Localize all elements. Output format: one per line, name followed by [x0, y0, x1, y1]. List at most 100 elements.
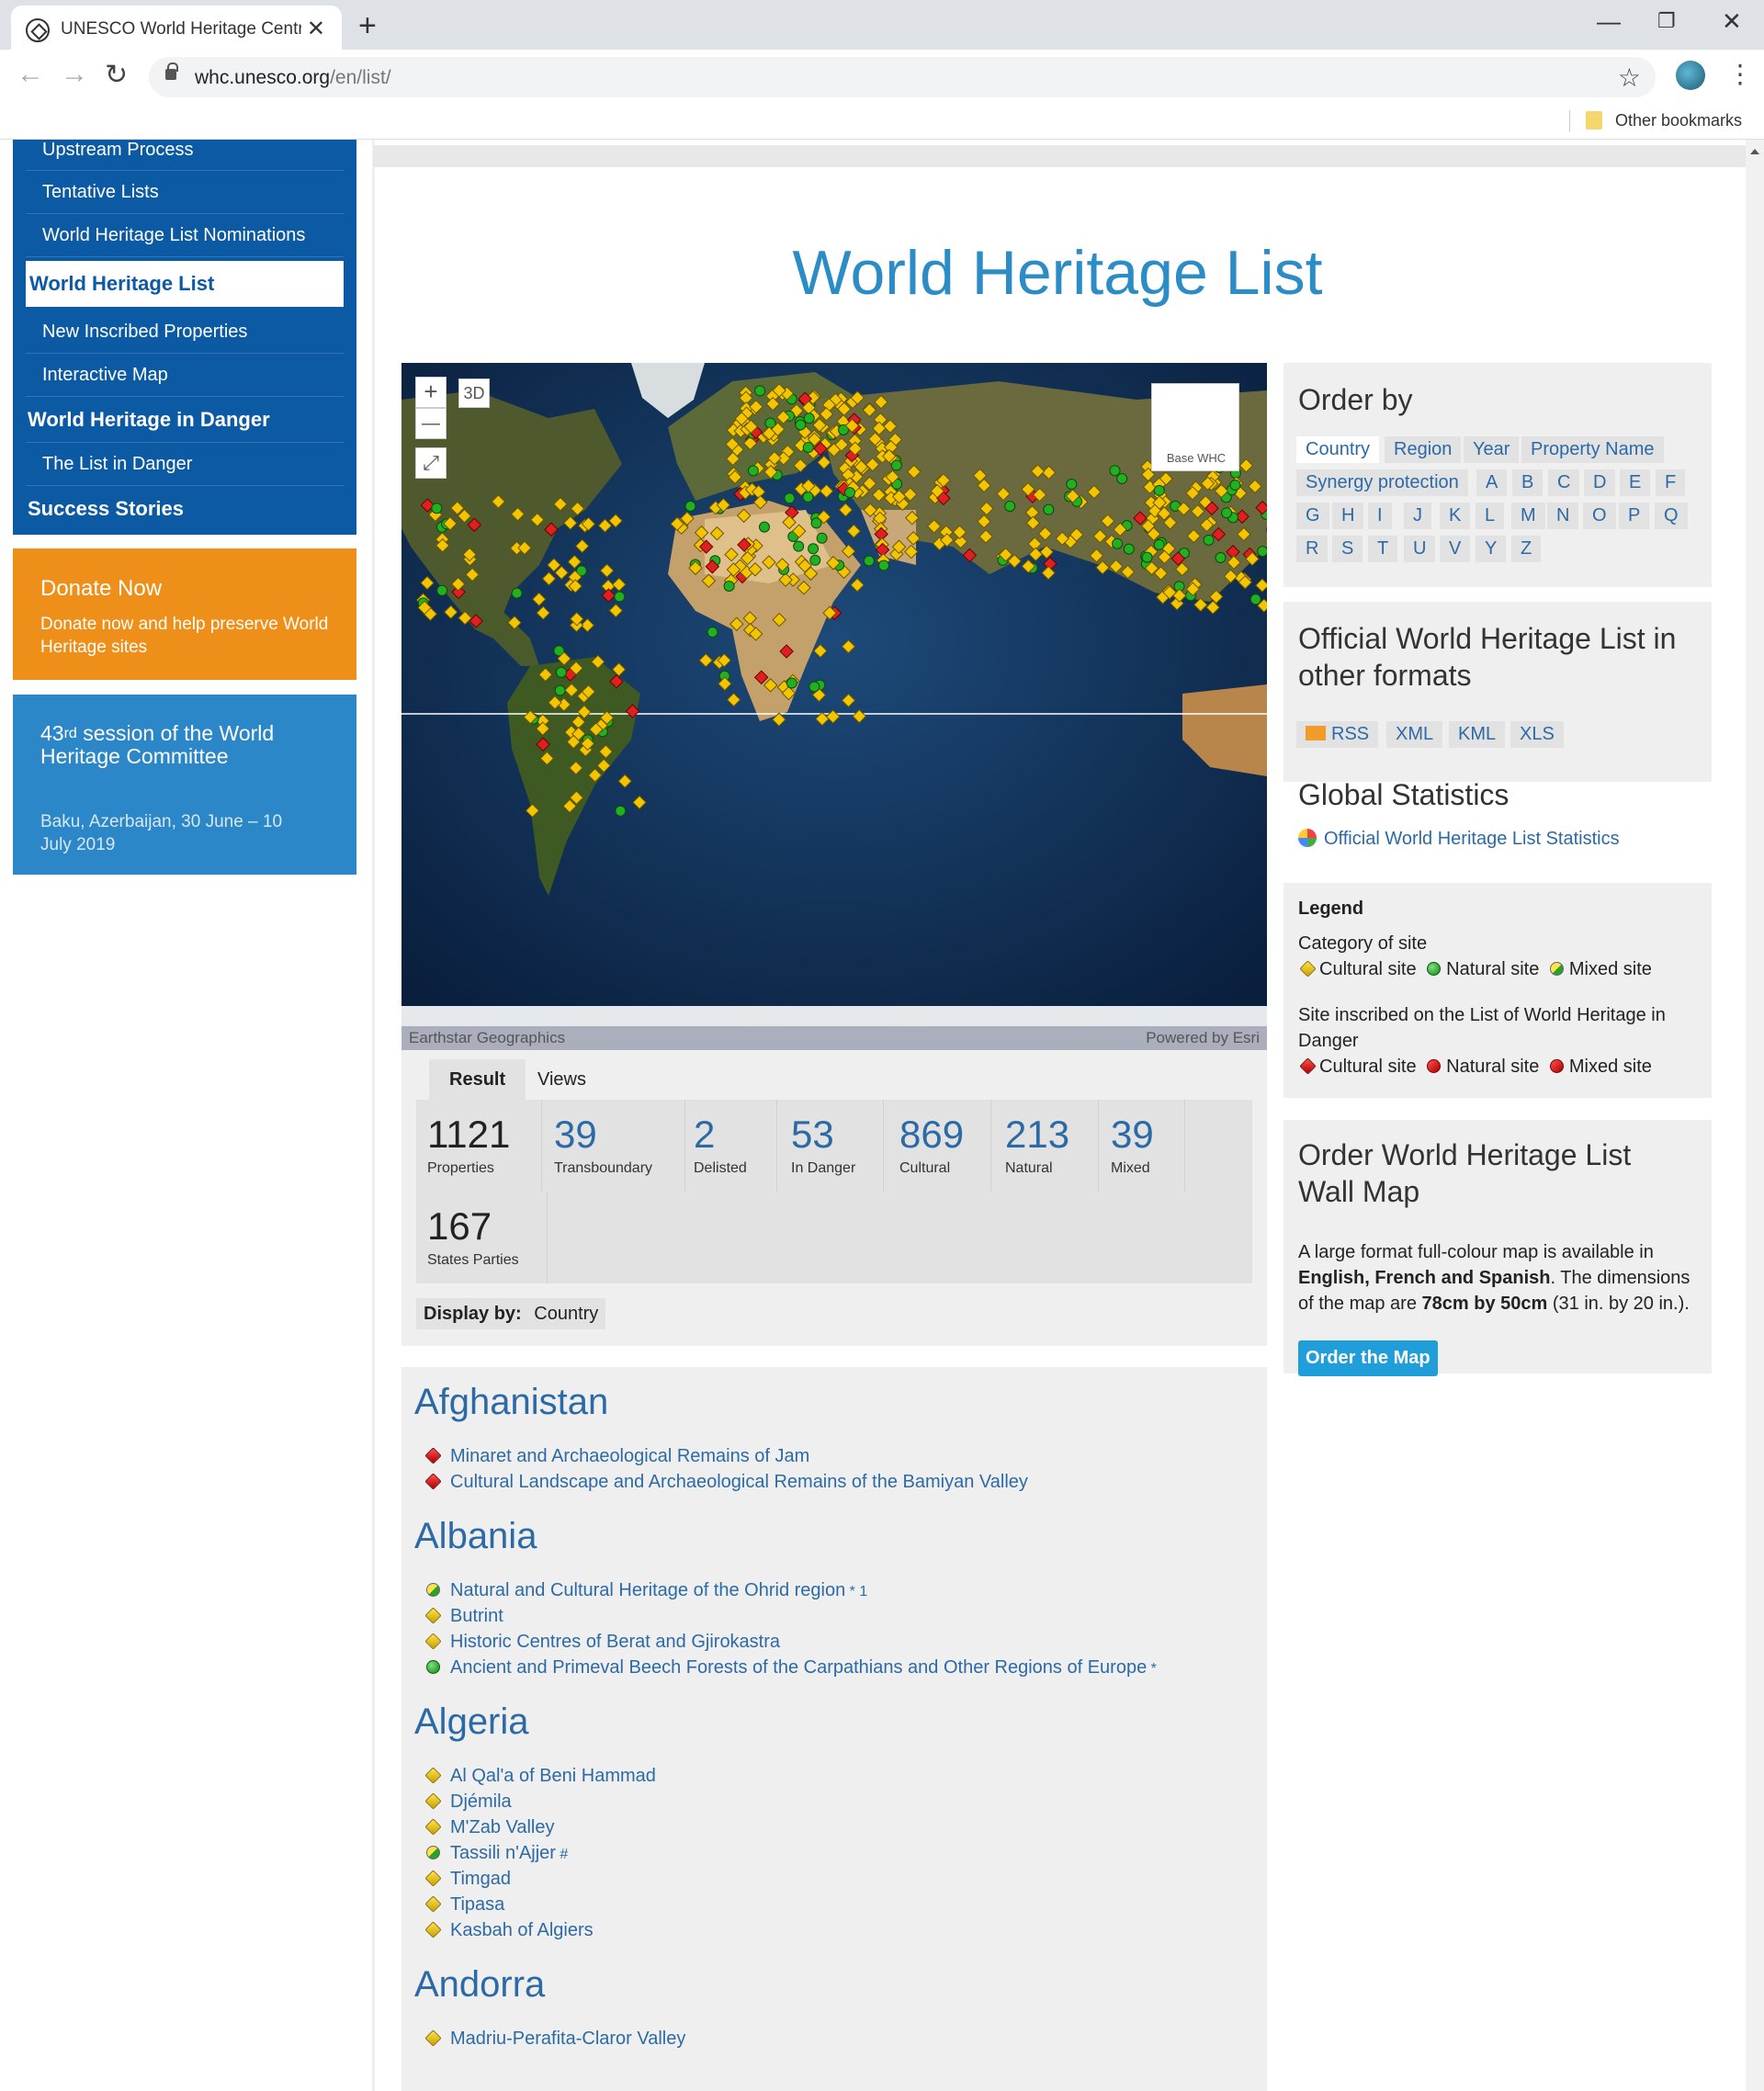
letter-q[interactable]: Q	[1655, 503, 1688, 529]
order-map-button[interactable]: Order the Map	[1298, 1340, 1438, 1376]
natural-site-marker[interactable]	[793, 540, 805, 552]
stat-natural[interactable]: 213 Natural	[1005, 1113, 1069, 1177]
country-heading-albania[interactable]: Albania	[414, 1516, 537, 1557]
reload-icon[interactable]: ↻	[105, 59, 128, 91]
display-by-control[interactable]: Display by: Country	[416, 1298, 606, 1329]
profile-icon[interactable]	[1676, 61, 1705, 90]
order-by-synergy[interactable]: Synergy protection	[1296, 469, 1468, 496]
letter-v[interactable]: V	[1440, 536, 1471, 562]
minimize-icon[interactable]: —	[1597, 7, 1621, 36]
letter-a[interactable]: A	[1476, 469, 1508, 496]
natural-site-marker[interactable]	[1141, 551, 1153, 563]
sidebar-item-world-heritage-list[interactable]: World Heritage List	[26, 261, 344, 307]
natural-site-marker[interactable]	[1153, 538, 1165, 550]
natural-site-marker[interactable]	[890, 459, 902, 471]
format-xls[interactable]: XLS	[1510, 721, 1564, 748]
country-heading-afghanistan[interactable]: Afghanistan	[414, 1382, 608, 1423]
natural-site-marker[interactable]	[786, 677, 797, 689]
natural-site-marker[interactable]	[844, 487, 855, 499]
letter-t[interactable]: T	[1368, 536, 1398, 562]
format-xml[interactable]: XML	[1386, 721, 1443, 748]
natural-site-marker[interactable]	[795, 419, 807, 431]
order-by-country[interactable]: Country	[1296, 436, 1380, 463]
other-bookmarks[interactable]: Other bookmarks	[1615, 111, 1742, 130]
site-item[interactable]: Al Qal'a of Beni Hammad	[424, 1766, 656, 1787]
letter-d[interactable]: D	[1584, 469, 1616, 496]
natural-site-marker[interactable]	[615, 805, 627, 817]
order-by-property-name[interactable]: Property Name	[1521, 436, 1664, 463]
site-item[interactable]: Natural and Cultural Heritage of the Ohr…	[424, 1580, 867, 1601]
natural-site-marker[interactable]	[614, 591, 626, 603]
letter-z[interactable]: Z	[1511, 536, 1542, 562]
natural-site-marker[interactable]	[784, 492, 796, 504]
tab-result[interactable]: Result	[429, 1059, 526, 1100]
sidebar-item-success-stories[interactable]: Success Stories	[26, 486, 344, 532]
window-close-icon[interactable]: ✕	[1722, 7, 1742, 36]
letter-b[interactable]: B	[1512, 469, 1544, 496]
natural-site-marker[interactable]	[723, 581, 735, 592]
restore-icon[interactable]: ❐	[1657, 9, 1676, 33]
letter-u[interactable]: U	[1404, 536, 1436, 562]
page-scrollbar[interactable]	[1746, 140, 1764, 2091]
letter-c[interactable]: C	[1548, 469, 1580, 496]
zoom-in-button[interactable]: +	[415, 377, 447, 408]
natural-site-marker[interactable]	[1257, 546, 1267, 558]
attribution-right[interactable]: Powered by Esri	[1146, 1029, 1260, 1047]
natural-site-marker[interactable]	[802, 442, 814, 453]
natural-site-marker[interactable]	[684, 501, 696, 512]
tab-views[interactable]: Views	[517, 1059, 606, 1100]
site-item[interactable]: Historic Centres of Berat and Gjirokastr…	[424, 1632, 780, 1653]
natural-site-marker[interactable]	[1116, 473, 1128, 484]
zoom-out-button[interactable]: —	[415, 408, 447, 439]
natural-site-marker[interactable]	[555, 666, 567, 678]
order-by-region[interactable]: Region	[1385, 436, 1462, 463]
site-item[interactable]: Timgad	[424, 1869, 511, 1890]
new-tab-button[interactable]: +	[358, 8, 377, 44]
stat-delisted[interactable]: 2 Delisted	[694, 1113, 747, 1177]
letter-j[interactable]: J	[1404, 503, 1431, 529]
letter-e[interactable]: E	[1620, 469, 1651, 496]
letter-p[interactable]: P	[1619, 503, 1650, 529]
natural-site-marker[interactable]	[1043, 503, 1055, 515]
natural-site-marker[interactable]	[1123, 543, 1135, 555]
site-item[interactable]: Ancient and Primeval Beech Forests of th…	[424, 1657, 1157, 1678]
natural-site-marker[interactable]	[802, 492, 814, 503]
natural-site-marker[interactable]	[431, 503, 443, 514]
natural-site-marker[interactable]	[436, 584, 448, 596]
country-heading-andorra[interactable]: Andorra	[414, 1964, 545, 2006]
sidebar-item-list-in-danger[interactable]: The List in Danger	[26, 443, 344, 486]
letter-f[interactable]: F	[1656, 469, 1686, 496]
natural-site-marker[interactable]	[863, 555, 875, 567]
format-rss[interactable]: RSS	[1296, 721, 1379, 748]
natural-site-marker[interactable]	[808, 543, 820, 555]
letter-y[interactable]: Y	[1476, 536, 1507, 562]
sidebar-item-in-danger[interactable]: World Heritage in Danger	[26, 397, 344, 443]
basemap-toggle[interactable]: Base WHC	[1151, 383, 1239, 471]
site-item[interactable]: Butrint	[424, 1606, 503, 1627]
site-item[interactable]: Tassili n'Ajjer #	[424, 1843, 568, 1864]
fullscreen-icon[interactable]: ⤢	[415, 447, 447, 479]
natural-site-marker[interactable]	[808, 681, 820, 693]
back-arrow-icon[interactable]: ←	[17, 59, 44, 90]
natural-site-marker[interactable]	[747, 465, 759, 477]
site-item[interactable]: Madriu-Perafita-Claror Valley	[424, 2029, 685, 2050]
natural-site-marker[interactable]	[1229, 480, 1241, 491]
natural-site-marker[interactable]	[1004, 501, 1016, 512]
browser-tab[interactable]: UNESCO World Heritage Centre ✕	[11, 6, 342, 50]
donate-banner[interactable]: Donate Now Donate now and help preserve …	[13, 548, 356, 680]
natural-site-marker[interactable]	[809, 554, 821, 566]
natural-site-marker[interactable]	[759, 521, 770, 533]
natural-site-marker[interactable]	[803, 413, 815, 424]
natural-site-marker[interactable]	[1215, 552, 1227, 563]
sidebar-item-interactive-map[interactable]: Interactive Map	[26, 354, 344, 397]
view-3d-button[interactable]: 3D	[458, 379, 490, 408]
natural-site-marker[interactable]	[1221, 507, 1233, 519]
site-item[interactable]: Tipasa	[424, 1894, 504, 1916]
letter-n[interactable]: N	[1547, 503, 1579, 529]
natural-site-marker[interactable]	[816, 532, 828, 544]
natural-site-marker[interactable]	[754, 385, 766, 397]
country-heading-algeria[interactable]: Algeria	[414, 1701, 529, 1743]
natural-site-marker[interactable]	[810, 517, 822, 529]
session-banner[interactable]: 43rd session of the World Heritage Commi…	[13, 695, 356, 875]
natural-site-marker[interactable]	[1112, 537, 1124, 549]
